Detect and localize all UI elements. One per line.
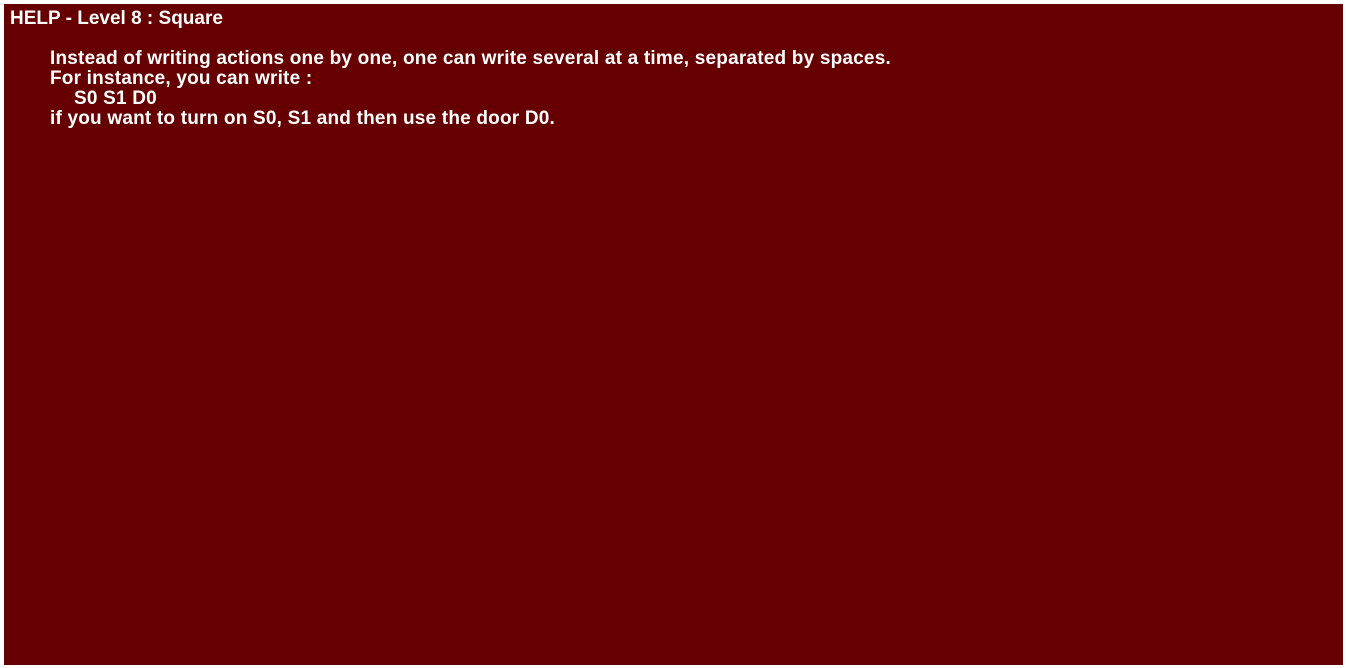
help-line-intro: Instead of writing actions one by one, o… <box>50 48 891 69</box>
help-panel: HELP - Level 8 : Square Instead of writi… <box>4 4 1343 665</box>
help-title: HELP - Level 8 : Square <box>10 8 223 29</box>
help-body: Instead of writing actions one by one, o… <box>50 49 891 129</box>
help-line-explanation: if you want to turn on S0, S1 and then u… <box>50 108 556 129</box>
help-line-example-label: For instance, you can write : <box>50 68 313 89</box>
help-line-code-example: S0 S1 D0 <box>74 88 157 109</box>
